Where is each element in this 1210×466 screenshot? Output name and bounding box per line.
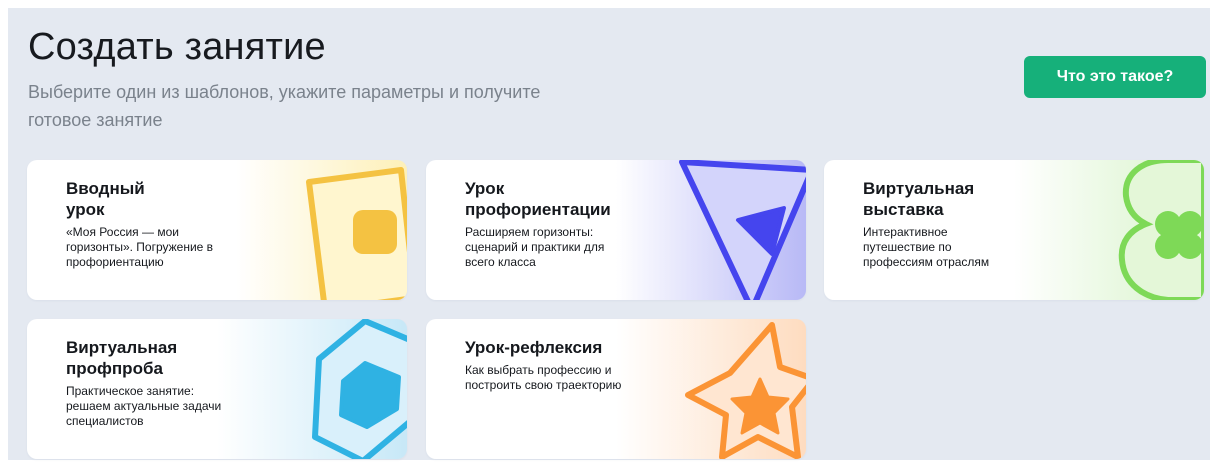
card-text: Урок профориентации Расширяем горизонты:…	[465, 178, 685, 270]
card-text: Вводный урок «Моя Россия — мои горизонты…	[66, 178, 286, 270]
card-text: Урок-рефлексия Как выбрать профессию и п…	[465, 337, 685, 393]
card-text: Виртуальная выставка Интерактивное путеш…	[863, 178, 1083, 270]
template-card-career-guidance[interactable]: Урок профориентации Расширяем горизонты:…	[426, 160, 806, 300]
card-description: Как выбрать профессию и построить свою т…	[465, 363, 622, 392]
page-subtitle: Выберите один из шаблонов, укажите парам…	[28, 82, 541, 130]
page-title: Создать занятие	[28, 26, 326, 68]
card-title: Урок-рефлексия	[465, 338, 603, 357]
clover-icon	[1118, 160, 1204, 300]
card-description: Практическое занятие: решаем актуальные …	[66, 384, 222, 428]
card-description: Интерактивное путешествие по профессиям …	[863, 225, 990, 269]
rounded-square-icon	[306, 167, 407, 300]
card-title: Урок профориентации	[465, 179, 611, 219]
template-card-virtual-exhibition[interactable]: Виртуальная выставка Интерактивное путеш…	[824, 160, 1204, 300]
what-is-this-button[interactable]: Что это такое?	[1024, 56, 1206, 98]
template-card-intro-lesson[interactable]: Вводный урок «Моя Россия — мои горизонты…	[27, 160, 407, 300]
card-description: «Моя Россия — мои горизонты». Погружение…	[66, 225, 214, 269]
card-title: Вводный урок	[66, 179, 145, 219]
card-title: Виртуальная профпроба	[66, 338, 178, 378]
template-card-reflection-lesson[interactable]: Урок-рефлексия Как выбрать профессию и п…	[426, 319, 806, 459]
card-title: Виртуальная выставка	[863, 179, 975, 219]
template-card-virtual-trial[interactable]: Виртуальная профпроба Практическое занят…	[27, 319, 407, 459]
card-description: Расширяем горизонты: сценарий и практики…	[465, 225, 605, 269]
main-panel: Создать занятие Выберите один из шаблоно…	[8, 8, 1210, 460]
card-text: Виртуальная профпроба Практическое занят…	[66, 337, 286, 429]
